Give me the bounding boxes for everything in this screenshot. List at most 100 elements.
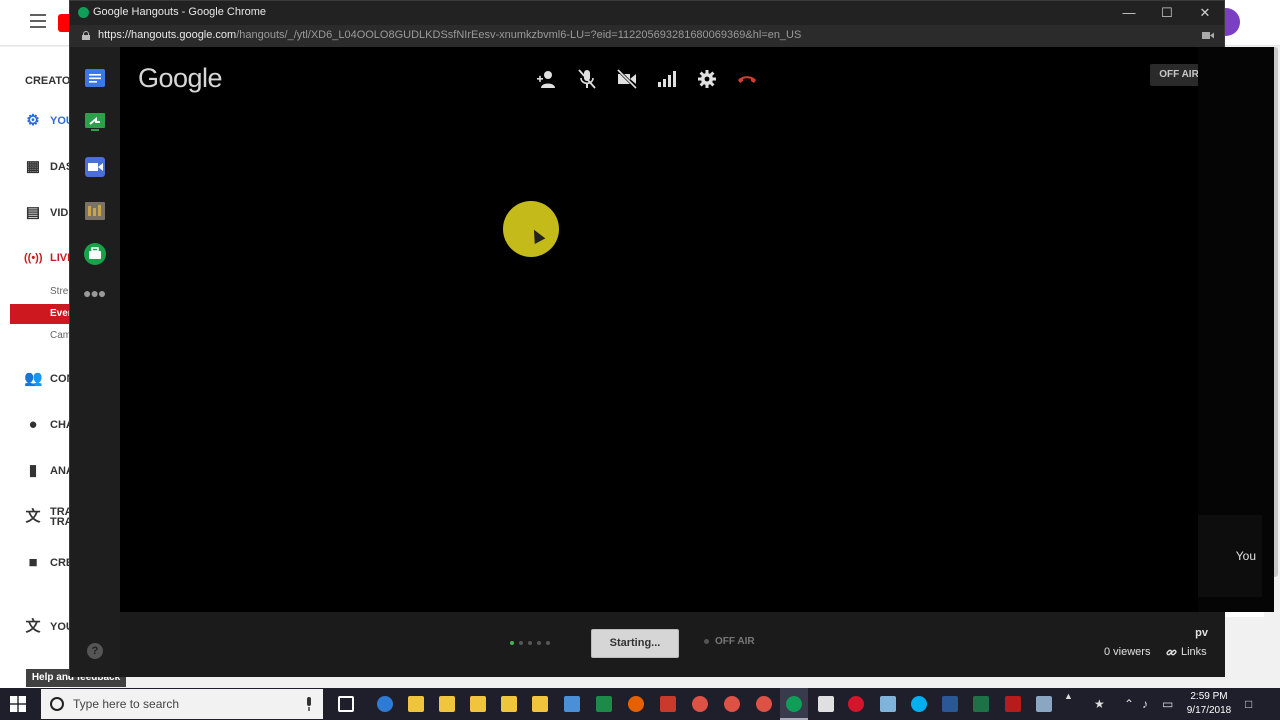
control-room-app-icon[interactable] xyxy=(83,199,107,223)
translate-icon: 文 xyxy=(25,618,41,635)
hangout-video-stage: Google OFF AIR You xyxy=(120,47,1274,612)
more-apps-icon[interactable]: ●●● xyxy=(83,285,106,301)
bg-sidebar: CREATO ⚙ YOU ▦ DAS ▤ VIDE ((•)) LIVE Str… xyxy=(0,47,76,688)
sidebar-item-create[interactable]: ■ CRE xyxy=(24,553,73,573)
chrome-icon[interactable] xyxy=(756,696,772,712)
user-initials: pv xyxy=(1195,627,1208,639)
firefox-icon[interactable] xyxy=(628,696,644,712)
sidebar-item-video-manager[interactable]: ▤ VIDE xyxy=(24,203,76,223)
folder-icon[interactable] xyxy=(470,696,486,712)
excel-icon[interactable] xyxy=(973,696,989,712)
camera-off-icon[interactable] xyxy=(616,69,638,89)
sidebar-subitem-camera[interactable]: Cam xyxy=(50,330,71,341)
edge-browser-icon[interactable] xyxy=(377,696,393,712)
hang-up-icon[interactable] xyxy=(736,69,758,89)
translate-icon: 文 xyxy=(25,508,41,525)
hangouts-icon xyxy=(786,696,802,712)
hamburger-menu-icon[interactable] xyxy=(30,14,46,28)
minimize-icon[interactable]: — xyxy=(1115,3,1143,23)
close-icon[interactable]: ✕ xyxy=(1191,3,1219,23)
dashboard-icon: ▦ xyxy=(25,158,41,175)
store-icon[interactable] xyxy=(564,696,580,712)
people-icon[interactable]: ★ xyxy=(1094,697,1105,711)
settings-icon[interactable] xyxy=(696,69,718,89)
sidebar-item-your-translations[interactable]: 文 YOU xyxy=(24,617,73,637)
mic-muted-icon[interactable] xyxy=(576,69,598,89)
show-hidden-icons-icon[interactable]: ⌃ xyxy=(1124,697,1134,711)
video-manager-icon: ▤ xyxy=(25,204,41,221)
hangouts-window: Google Hangouts - Google Chrome — ☐ ✕ ht… xyxy=(69,0,1274,677)
mail-icon[interactable] xyxy=(818,696,834,712)
link-icon xyxy=(1166,649,1177,655)
taskbar-search-box[interactable]: Type here to search xyxy=(41,689,323,719)
sidebar-item-community[interactable]: 👥 COM xyxy=(24,369,76,389)
sidebar-subitem-stream-now[interactable]: Stre xyxy=(50,286,68,297)
chat-app-icon[interactable] xyxy=(83,67,107,91)
filezilla-icon[interactable] xyxy=(1005,696,1021,712)
help-icon[interactable]: ? xyxy=(87,643,103,659)
opera-icon[interactable] xyxy=(848,696,864,712)
screenshare-app-icon[interactable] xyxy=(83,110,107,134)
windows-taskbar: Type here to search ▲ ★ ⌃ ♪ ▭ 2:59 PM 9/… xyxy=(0,688,1280,720)
taskbar-scroll-icon[interactable]: ▲ xyxy=(1064,691,1073,701)
links-button[interactable]: Links xyxy=(1166,646,1207,658)
loading-dots xyxy=(510,641,550,645)
start-broadcast-button[interactable]: Starting... xyxy=(591,629,679,658)
broadcast-controls-bar: Starting... OFF AIR pv 0 viewers Links xyxy=(120,612,1225,677)
maximize-icon[interactable]: ☐ xyxy=(1153,3,1181,23)
search-placeholder: Type here to search xyxy=(73,697,180,711)
sidebar-item-analytics[interactable]: ▮ ANA xyxy=(24,461,74,481)
skype-icon[interactable] xyxy=(911,696,927,712)
folder-icon[interactable] xyxy=(532,696,548,712)
file-explorer-icon[interactable] xyxy=(408,696,424,712)
sidebar-item-live-streaming[interactable]: ((•)) LIVE xyxy=(24,248,74,268)
broadcast-status: OFF AIR xyxy=(704,636,755,647)
folder-icon[interactable] xyxy=(439,696,455,712)
windows-start-icon[interactable] xyxy=(10,696,26,712)
google-logo: Google xyxy=(138,63,223,93)
q-and-a-app-icon[interactable] xyxy=(83,242,107,266)
sidebar-item-dashboard[interactable]: ▦ DAS xyxy=(24,157,73,177)
analytics-icon: ▮ xyxy=(28,462,38,479)
taskbar-active-hangouts[interactable] xyxy=(780,688,808,720)
community-icon: 👥 xyxy=(24,370,43,387)
folder-icon[interactable] xyxy=(501,696,517,712)
status-dot xyxy=(704,639,709,644)
powerpoint-icon[interactable] xyxy=(660,696,676,712)
microphone-icon[interactable] xyxy=(305,697,313,711)
camera-in-use-icon[interactable] xyxy=(1202,31,1214,40)
cursor-highlight xyxy=(503,201,559,257)
volume-icon[interactable]: ♪ xyxy=(1142,697,1148,711)
url-text[interactable]: https://hangouts.google.com/hangouts/_/y… xyxy=(98,29,801,41)
viewer-count: 0 viewers xyxy=(1104,646,1151,658)
sidebar-item-your-studio[interactable]: ⚙ YOU xyxy=(24,111,74,131)
sidebar-section-label: CREATO xyxy=(25,75,71,87)
window-title: Google Hangouts - Google Chrome xyxy=(93,6,267,18)
hangouts-icon xyxy=(78,7,89,18)
app-icon[interactable] xyxy=(1036,696,1052,712)
task-view-icon[interactable] xyxy=(338,696,354,712)
bandwidth-icon[interactable] xyxy=(656,69,678,89)
gear-icon: ⚙ xyxy=(26,112,40,129)
live-broadcast-icon: ((•)) xyxy=(24,252,43,264)
notepad-icon[interactable] xyxy=(880,696,896,712)
self-label: You xyxy=(1235,549,1256,563)
sidebar-item-translations[interactable]: 文 TRA TRA xyxy=(24,507,72,528)
chrome-icon[interactable] xyxy=(692,696,708,712)
word-icon[interactable] xyxy=(942,696,958,712)
notifications-icon[interactable]: □ xyxy=(1245,697,1252,711)
address-bar[interactable]: https://hangouts.google.com/hangouts/_/y… xyxy=(70,25,1224,47)
app-rail: ●●● ? xyxy=(70,47,120,677)
window-titlebar[interactable]: Google Hangouts - Google Chrome — ☐ ✕ xyxy=(70,1,1224,25)
chrome-icon[interactable] xyxy=(724,696,740,712)
lock-icon xyxy=(82,31,90,40)
network-icon[interactable]: ▭ xyxy=(1162,697,1173,711)
cortana-icon xyxy=(50,697,64,711)
taskbar-clock[interactable]: 2:59 PM 9/17/2018 xyxy=(1184,690,1234,718)
self-video-thumbnail[interactable]: You xyxy=(1198,515,1262,597)
sidebar-item-channel[interactable]: ● CHA xyxy=(24,415,73,435)
cameraman-app-icon[interactable] xyxy=(83,155,107,179)
invite-people-icon[interactable] xyxy=(536,69,558,89)
sidebar-subitem-events[interactable]: Even xyxy=(10,304,74,324)
camtasia-icon[interactable] xyxy=(596,696,612,712)
